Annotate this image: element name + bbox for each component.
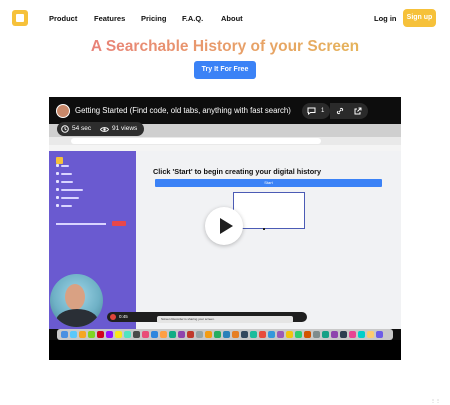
video-title[interactable]: Getting Started (Find code, old tabs, an… <box>75 103 291 119</box>
link-actions <box>330 103 368 119</box>
video-actions: 1 <box>302 103 401 119</box>
stop-record-icon <box>110 314 116 320</box>
clock-icon <box>61 125 69 133</box>
app-heading: Click 'Start' to begin creating your dig… <box>153 167 322 176</box>
signup-button[interactable]: Sign up <box>403 9 436 27</box>
eye-icon <box>100 126 109 132</box>
nav-about[interactable]: About <box>221 14 243 23</box>
nav-product[interactable]: Product <box>49 14 77 23</box>
app-logo-icon <box>56 157 63 164</box>
link-icon[interactable] <box>336 107 344 115</box>
selection-box <box>233 192 305 230</box>
try-free-button[interactable]: Try It For Free <box>194 61 256 79</box>
video-stats: 54 sec 91 views <box>57 122 144 136</box>
video-bottom-bar <box>49 340 401 360</box>
facecam-bubble <box>50 274 103 327</box>
mac-dock <box>57 329 393 340</box>
sidebar-email <box>56 223 106 225</box>
play-button[interactable] <box>205 207 243 245</box>
sidebar-signout-button <box>112 221 126 226</box>
nav-pricing[interactable]: Pricing <box>141 14 166 23</box>
comment-icon <box>307 107 316 115</box>
hero-headline: A Searchable History of your Screen <box>90 38 360 55</box>
video-player[interactable]: Click 'Start' to begin creating your dig… <box>49 97 401 360</box>
screen-share-notice: Screen Recorder is sharing your screen. <box>157 316 293 323</box>
site-header: Product Features Pricing F.A.Q. About Lo… <box>0 0 450 36</box>
footer-mark: ⋮⋮ <box>431 398 441 403</box>
nav-faq[interactable]: F.A.Q. <box>182 14 203 23</box>
browser-address-bar <box>49 137 401 145</box>
video-views: 91 views <box>112 125 138 132</box>
app-start-button: Start <box>155 179 382 187</box>
comments-button[interactable]: 1 <box>302 103 330 119</box>
external-link-icon[interactable] <box>354 107 362 115</box>
nav-features[interactable]: Features <box>94 14 125 23</box>
play-icon <box>220 218 233 234</box>
recording-time: 0:45 <box>119 314 128 319</box>
square-logo-icon[interactable] <box>12 10 28 26</box>
channel-avatar[interactable] <box>56 104 70 118</box>
video-title-bar: Getting Started (Find code, old tabs, an… <box>56 103 291 119</box>
comments-count: 1 <box>321 108 325 114</box>
login-link[interactable]: Log in <box>374 14 397 23</box>
video-duration: 54 sec <box>72 125 92 132</box>
